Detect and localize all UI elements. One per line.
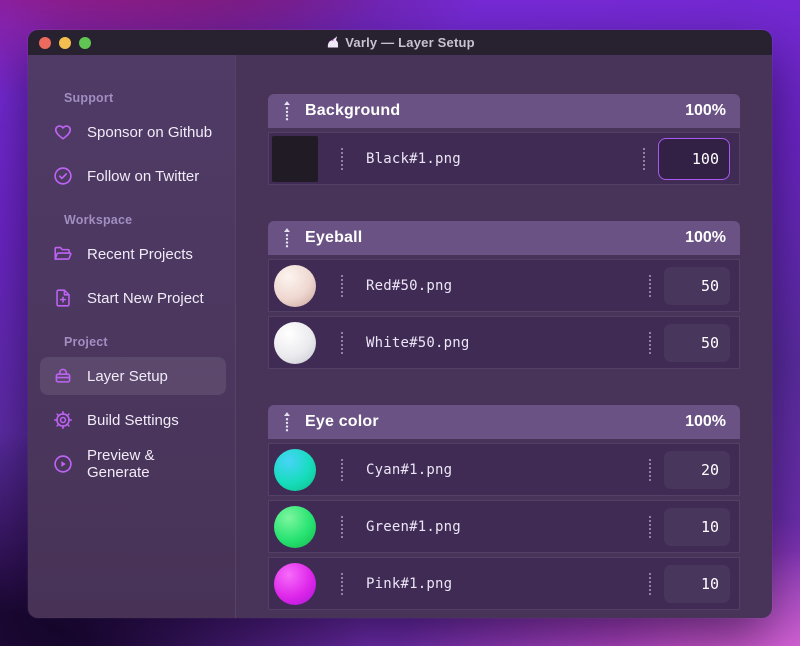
sidebar-item-label: Preview & Generate xyxy=(87,447,155,481)
dotted-divider xyxy=(341,274,343,297)
badge-check-icon xyxy=(52,165,74,187)
dotted-divider xyxy=(341,572,343,595)
layer-weight-input[interactable] xyxy=(664,507,730,546)
layer-filename: Green#1.png xyxy=(366,518,461,535)
layers-icon xyxy=(52,365,74,387)
layer-row-green-1-png: Green#1.png xyxy=(268,500,740,553)
sidebar-item-follow-on-twitter[interactable]: Follow on Twitter xyxy=(40,157,226,195)
layer-group-name: Background xyxy=(305,102,401,119)
sidebar-section: Workspace Recent Projects Start New Proj… xyxy=(28,213,235,317)
layer-filename: Red#50.png xyxy=(366,277,453,294)
dotted-divider xyxy=(649,572,651,595)
layer-filename: Black#1.png xyxy=(366,150,461,167)
file-plus-icon xyxy=(52,287,74,309)
sidebar-item-start-new-project[interactable]: Start New Project xyxy=(40,279,226,317)
dotted-divider xyxy=(643,147,645,170)
drag-handle-icon[interactable] xyxy=(282,411,292,433)
layer-group-header: Background 100% xyxy=(268,94,740,128)
layer-weight-input[interactable] xyxy=(658,137,730,180)
sidebar-item-layer-setup[interactable]: Layer Setup xyxy=(40,357,226,395)
layer-thumbnail xyxy=(272,447,318,493)
layer-group-eye-color: Eye color 100% Cyan#1.png Green#1.png Pi… xyxy=(268,405,740,610)
layer-row-pink-1-png: Pink#1.png xyxy=(268,557,740,610)
layer-group-name: Eyeball xyxy=(305,229,363,246)
play-circle-icon xyxy=(52,453,74,475)
sidebar-section-items: Layer Setup Build Settings Preview & Gen… xyxy=(28,357,235,483)
dotted-divider xyxy=(341,458,343,481)
layer-row-black-1-png: Black#1.png xyxy=(268,132,740,185)
sidebar-section-items: Recent Projects Start New Project xyxy=(28,235,235,317)
sidebar-section-label: Workspace xyxy=(64,213,133,227)
drag-handle-icon[interactable] xyxy=(282,100,292,122)
sidebar-section: Project Layer Setup Build Settings Previ… xyxy=(28,335,235,483)
layer-setup-panel: Background 100% Black#1.png Eyeball 100%… xyxy=(235,55,772,618)
layer-group-name: Eye color xyxy=(305,413,379,430)
sidebar-item-recent-projects[interactable]: Recent Projects xyxy=(40,235,226,273)
unicorn-app-icon xyxy=(325,35,340,50)
dotted-divider xyxy=(649,458,651,481)
sidebar-item-label: Follow on Twitter xyxy=(87,167,200,185)
app-window: Varly — Layer Setup Support Sponsor on G… xyxy=(28,30,772,618)
sidebar-item-build-settings[interactable]: Build Settings xyxy=(40,401,226,439)
sidebar-section-label: Project xyxy=(64,335,108,349)
layer-filename: White#50.png xyxy=(366,334,470,351)
sidebar-item-label: Recent Projects xyxy=(87,245,193,263)
dotted-divider xyxy=(649,515,651,538)
sidebar-item-sponsor-on-github[interactable]: Sponsor on Github xyxy=(40,113,226,151)
window-title-text: Varly — Layer Setup xyxy=(345,35,475,50)
layer-group-header: Eyeball 100% xyxy=(268,221,740,255)
layer-group-weight: 100% xyxy=(685,229,726,246)
titlebar: Varly — Layer Setup xyxy=(28,30,772,55)
sidebar-item-label: Layer Setup xyxy=(87,367,168,385)
layer-weight-input[interactable] xyxy=(664,266,730,305)
dotted-divider xyxy=(341,331,343,354)
sidebar: Support Sponsor on Github Follow on Twit… xyxy=(28,55,235,618)
layer-weight-input[interactable] xyxy=(664,564,730,603)
sidebar-item-preview-generate[interactable]: Preview & Generate xyxy=(40,445,226,483)
layer-row-red-50-png: Red#50.png xyxy=(268,259,740,312)
dotted-divider xyxy=(341,147,343,170)
layer-thumbnail xyxy=(272,320,318,366)
sidebar-section-label: Support xyxy=(64,91,114,105)
sidebar-item-label: Sponsor on Github xyxy=(87,123,213,141)
layer-thumbnail xyxy=(272,263,318,309)
layer-group-header: Eye color 100% xyxy=(268,405,740,439)
gear-icon xyxy=(52,409,74,431)
layer-weight-input[interactable] xyxy=(664,450,730,489)
layer-row-cyan-1-png: Cyan#1.png xyxy=(268,443,740,496)
layer-filename: Pink#1.png xyxy=(366,575,453,592)
layer-group-background: Background 100% Black#1.png xyxy=(268,94,740,185)
sidebar-item-label: Start New Project xyxy=(87,289,204,307)
layer-thumbnail xyxy=(272,135,318,182)
heart-icon xyxy=(52,121,74,143)
layer-rows: Red#50.png White#50.png xyxy=(268,259,740,369)
layer-rows: Black#1.png xyxy=(268,132,740,185)
layer-group-eyeball: Eyeball 100% Red#50.png White#50.png xyxy=(268,221,740,369)
window-title: Varly — Layer Setup xyxy=(28,35,772,50)
layer-row-white-50-png: White#50.png xyxy=(268,316,740,369)
drag-handle-icon[interactable] xyxy=(282,227,292,249)
layer-filename: Cyan#1.png xyxy=(366,461,453,478)
layer-thumbnail xyxy=(272,504,318,550)
layer-thumbnail xyxy=(272,561,318,607)
layer-weight-input[interactable] xyxy=(664,323,730,362)
sidebar-section-items: Sponsor on Github Follow on Twitter xyxy=(28,113,235,195)
layer-group-weight: 100% xyxy=(685,413,726,430)
folder-icon xyxy=(52,243,74,265)
layer-group-weight: 100% xyxy=(685,102,726,119)
sidebar-section: Support Sponsor on Github Follow on Twit… xyxy=(28,91,235,195)
dotted-divider xyxy=(341,515,343,538)
dotted-divider xyxy=(649,274,651,297)
dotted-divider xyxy=(649,331,651,354)
sidebar-item-label: Build Settings xyxy=(87,411,179,429)
layer-rows: Cyan#1.png Green#1.png Pink#1.png xyxy=(268,443,740,610)
